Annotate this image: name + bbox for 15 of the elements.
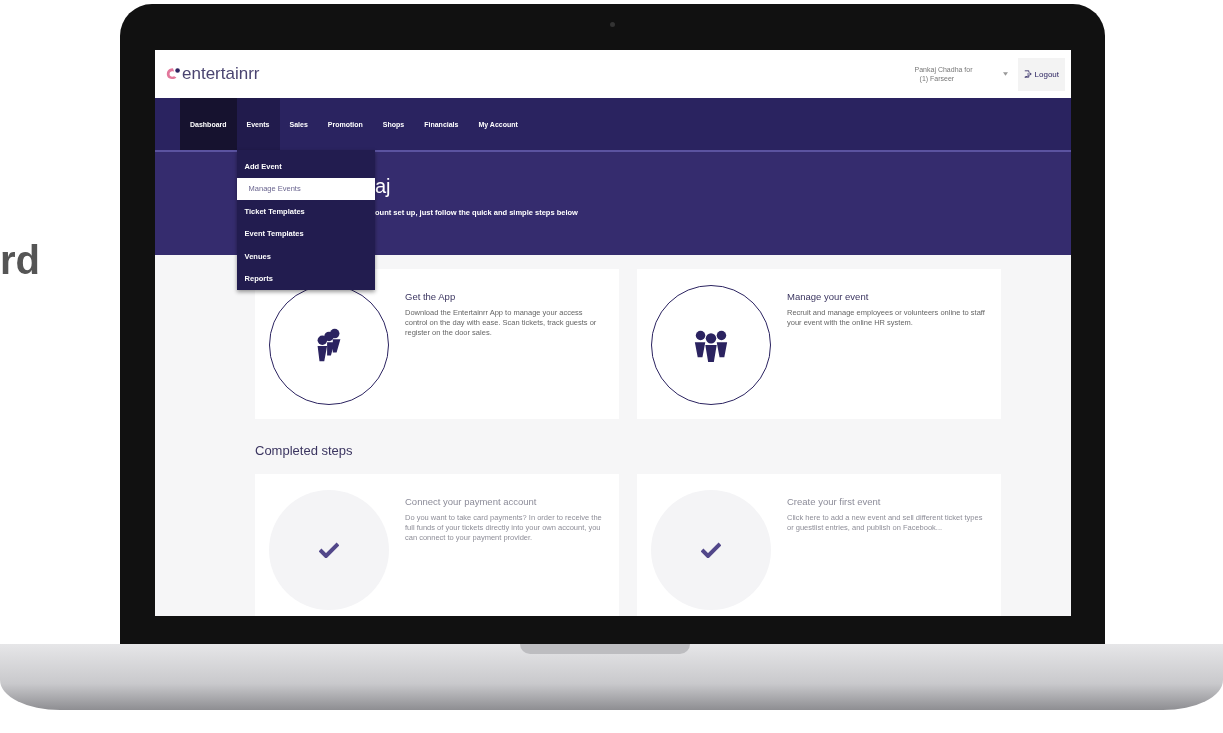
hero-title: aj <box>375 174 392 198</box>
step-title: Create your first event <box>787 496 882 507</box>
caret-icon <box>1002 72 1008 76</box>
checkmark-icon <box>701 542 721 558</box>
section-title: Completed steps <box>255 443 354 458</box>
heading-fragment: rd <box>0 240 40 280</box>
logout-icon <box>1023 70 1032 78</box>
logout-button[interactable]: Logout <box>1017 57 1065 91</box>
checkmark-icon <box>319 542 339 558</box>
step-title: Get the App <box>405 291 457 302</box>
logo-icon <box>165 67 181 81</box>
step-title: Manage your event <box>787 291 870 302</box>
step-title: Connect your payment account <box>405 496 538 507</box>
camera-icon <box>610 22 615 27</box>
logo-text: entertainrr <box>182 64 260 84</box>
